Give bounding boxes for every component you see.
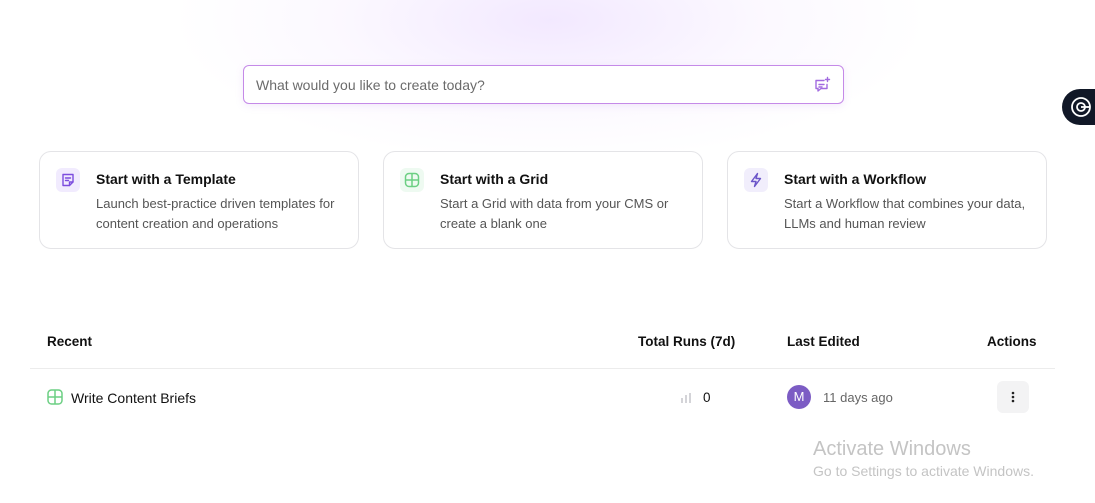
activate-windows-title: Activate Windows [813,438,971,460]
card-description: Start a Grid with data from your CMS or … [440,196,669,231]
card-title: Start with a Template [96,171,236,187]
start-template-card[interactable]: Start with a Template Launch best-practi… [39,151,359,249]
template-doc-icon [56,168,80,192]
column-header-last-edited[interactable]: Last Edited [787,334,860,349]
row-name[interactable]: Write Content Briefs [71,390,196,406]
card-title: Start with a Grid [440,171,549,187]
chat-sparkle-icon[interactable] [813,76,831,94]
avatar: M [787,385,811,409]
column-header-recent: Recent [47,334,93,349]
card-description: Launch best-practice driven templates fo… [96,196,335,231]
assistant-launcher-button[interactable] [1062,89,1095,125]
grid-icon [400,168,424,192]
search-bar[interactable] [243,65,844,104]
last-edited-value: 11 days ago [823,390,893,405]
row-actions-button[interactable] [997,381,1029,413]
column-header-actions: Actions [987,334,1037,349]
target-icon [1071,97,1091,117]
start-workflow-card[interactable]: Start with a Workflow Start a Workflow t… [727,151,1047,249]
lightning-icon [744,168,768,192]
search-input[interactable] [256,66,806,103]
grid-icon [47,389,63,405]
card-title: Start with a Workflow [784,171,927,187]
table-divider [30,368,1055,369]
home-page: Start with a Template Launch best-practi… [0,0,1095,503]
activate-windows-subtitle: Go to Settings to activate Windows. [813,463,1034,479]
more-vertical-icon [1011,391,1015,403]
start-grid-card[interactable]: Start with a Grid Start a Grid with data… [383,151,703,249]
card-description: Start a Workflow that combines your data… [784,196,1026,231]
column-header-total-runs[interactable]: Total Runs (7d) [638,334,735,349]
total-runs-value: 0 [703,390,711,405]
bar-chart-icon [680,391,692,403]
